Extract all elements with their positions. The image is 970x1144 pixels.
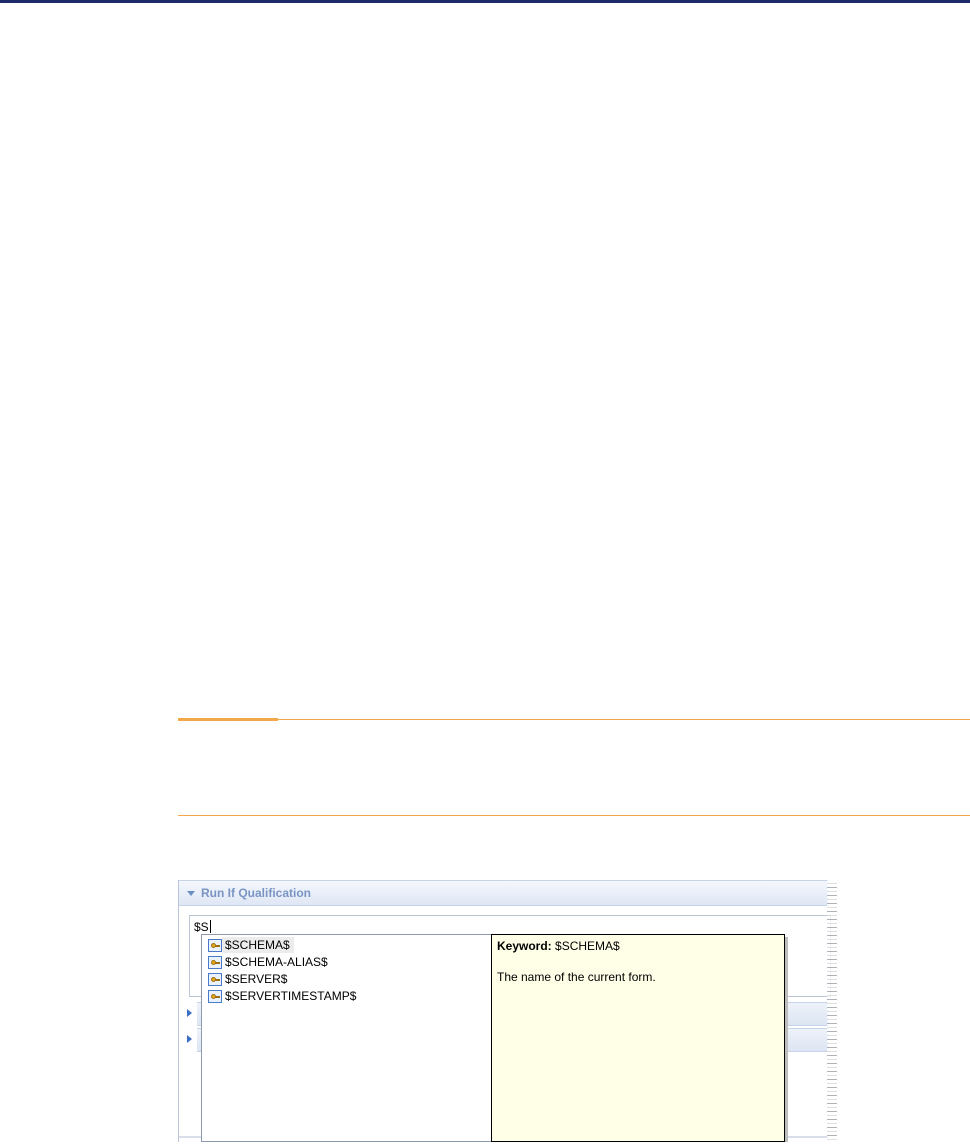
note-rule-accent (178, 718, 278, 721)
collapsed-section-arrow-icon[interactable] (187, 1009, 192, 1017)
keyword-icon (208, 972, 222, 986)
tooltip-title: Keyword: $SCHEMA$ (497, 939, 620, 953)
autocomplete-item[interactable]: $SERVERTIMESTAMP$ (208, 988, 360, 1004)
keyword-icon (208, 989, 222, 1003)
tooltip-description: The name of the current form. (497, 970, 656, 984)
collapsed-section-arrow-icon[interactable] (187, 1035, 192, 1043)
qualification-input-text[interactable]: $S (194, 920, 211, 934)
note-top-rule (178, 718, 970, 721)
torn-edge (827, 880, 837, 1142)
autocomplete-item[interactable]: $SCHEMA-ALIAS$ (208, 954, 332, 970)
keyword-icon (208, 938, 222, 952)
autocomplete-item-label: $SERVER$ (225, 972, 288, 986)
note-bottom-rule (178, 815, 970, 816)
autocomplete-item[interactable]: $SCHEMA$ (208, 937, 294, 953)
tooltip-keyword-label: Keyword: (497, 939, 552, 953)
text-caret (209, 920, 211, 933)
autocomplete-item[interactable]: $SERVER$ (208, 971, 291, 987)
autocomplete-item-label: $SCHEMA$ (222, 937, 294, 953)
keyword-tooltip: Keyword: $SCHEMA$ The name of the curren… (491, 934, 785, 1142)
autocomplete-item-label: $SERVERTIMESTAMP$ (225, 989, 357, 1003)
autocomplete-list[interactable]: $SCHEMA$ $SCHEMA-ALIAS$ $SERVER$ $SERVER… (201, 934, 495, 1142)
keyword-icon (208, 955, 222, 969)
collapsed-sections-strip (179, 1000, 197, 1142)
page-top-rule (0, 0, 970, 3)
expand-triangle-icon[interactable] (187, 890, 195, 896)
autocomplete-item-label: $SCHEMA-ALIAS$ (225, 955, 328, 969)
screenshot-figure: Run If Qualification $S $SCHEMA$ $SCHEMA… (178, 880, 837, 1142)
section-title: Run If Qualification (201, 886, 311, 900)
tooltip-keyword-value: $SCHEMA$ (555, 939, 620, 953)
run-if-qualification-header[interactable]: Run If Qualification (179, 880, 829, 906)
